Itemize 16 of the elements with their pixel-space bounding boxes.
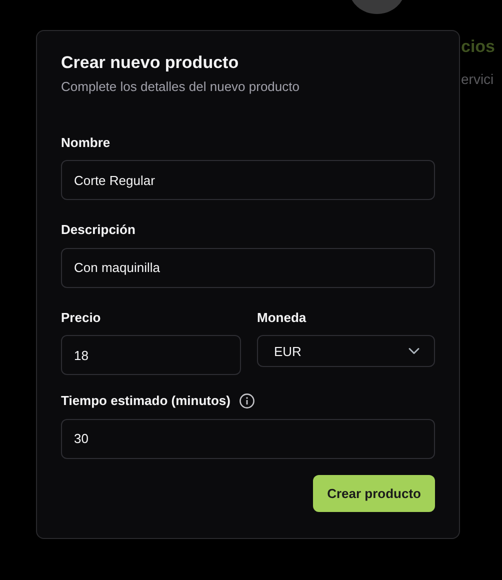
- field-label: Nombre: [61, 134, 110, 152]
- page-subtitle: ervici: [461, 70, 494, 89]
- description-field[interactable]: Con maquinilla: [61, 248, 435, 288]
- time-field[interactable]: 30: [61, 418, 435, 459]
- page-heading: cios: [461, 36, 496, 58]
- field-label: Tiempo estimado (minutos): [61, 392, 230, 410]
- submit-button[interactable]: Crear producto: [313, 474, 435, 512]
- price-field[interactable]: 18: [61, 335, 241, 376]
- name-field[interactable]: Corte Regular: [61, 160, 435, 200]
- field-label: Moneda: [257, 308, 306, 327]
- dialog-subtitle: Complete los detalles del nuevo producto: [61, 78, 300, 96]
- info-icon[interactable]: [238, 393, 254, 410]
- currency-select[interactable]: EUR: [257, 335, 435, 368]
- field-label: Precio: [61, 308, 101, 327]
- dialog-title: Crear nuevo producto: [61, 53, 240, 74]
- field-label: Descripción: [61, 221, 136, 240]
